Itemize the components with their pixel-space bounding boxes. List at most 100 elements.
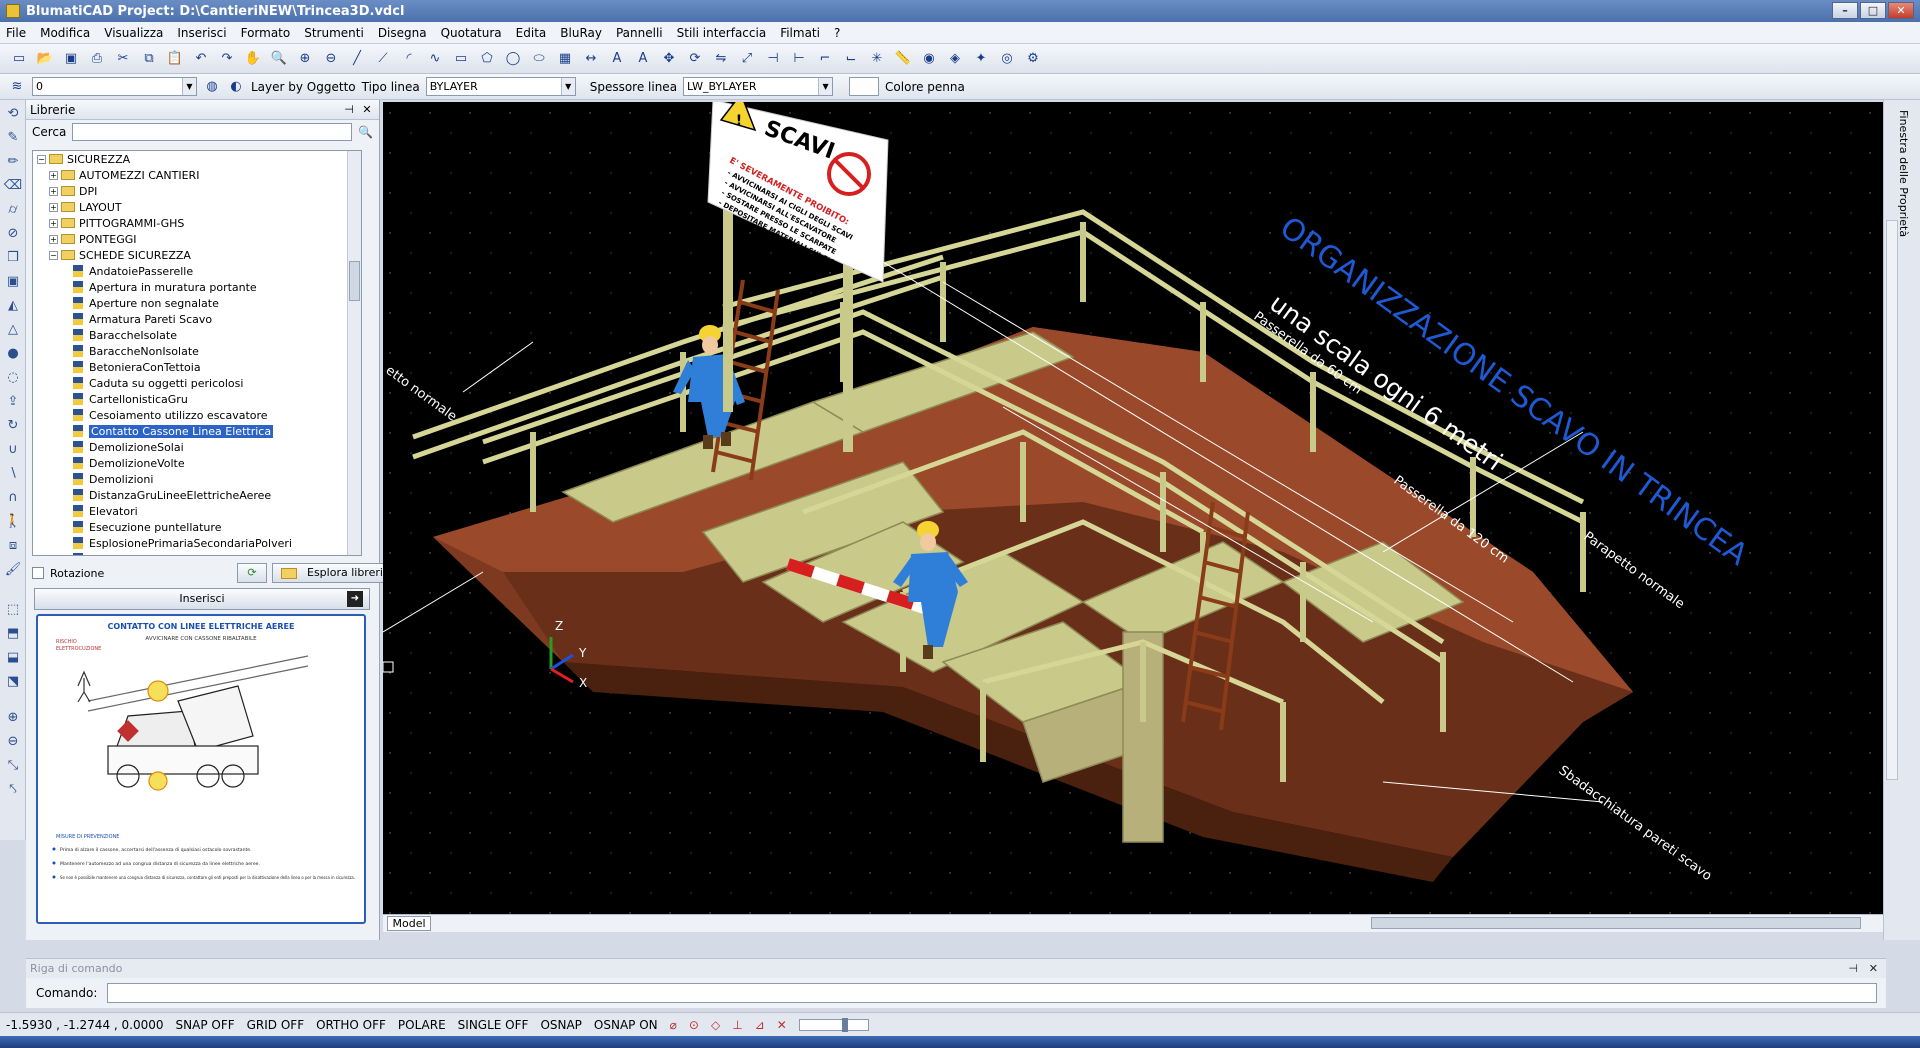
- close-icon[interactable]: ✕: [359, 102, 375, 117]
- sphere-icon[interactable]: ●: [3, 344, 23, 364]
- tree-item[interactable]: Demolizioni: [33, 471, 361, 487]
- layer-props-icon[interactable]: ◐: [227, 76, 245, 98]
- menu-edita[interactable]: Edita: [516, 26, 547, 40]
- drawing-viewport[interactable]: ! SCAVI E' SEVERAMENTE PROIBITO: - AVVIC…: [383, 102, 1883, 932]
- box-icon[interactable]: ▣: [3, 272, 23, 292]
- material-icon[interactable]: ◈: [944, 48, 966, 70]
- tab-model[interactable]: Model: [387, 916, 431, 931]
- snap-center-icon[interactable]: ◇: [711, 1018, 720, 1032]
- menu-modifica[interactable]: Modifica: [40, 26, 90, 40]
- linetype-select[interactable]: BYLAYER ▼: [425, 77, 576, 96]
- menu-file[interactable]: File: [6, 26, 26, 40]
- scale-icon[interactable]: ⤢: [736, 48, 758, 70]
- trim-icon[interactable]: ⊣: [762, 48, 784, 70]
- settings-icon[interactable]: ⚙: [1022, 48, 1044, 70]
- dimension-icon[interactable]: ↔: [580, 48, 602, 70]
- menu-visualizza[interactable]: Visualizza: [104, 26, 163, 40]
- menu-quotatura[interactable]: Quotatura: [441, 26, 502, 40]
- intersect-icon[interactable]: ∩: [3, 488, 23, 508]
- snap-tangent-icon[interactable]: ⊥: [732, 1018, 742, 1032]
- subtract-icon[interactable]: ∖: [3, 464, 23, 484]
- pin-icon[interactable]: ⊣: [1848, 959, 1858, 979]
- cube-icon[interactable]: ❒: [3, 248, 23, 268]
- print-icon[interactable]: ⎙: [86, 48, 108, 70]
- tree-item[interactable]: Caduta su oggetti pericolosi: [33, 375, 361, 391]
- circle-icon[interactable]: ◯: [502, 48, 524, 70]
- tree-item[interactable]: EsseCala: [33, 551, 361, 555]
- menu-disegna[interactable]: Disegna: [378, 26, 427, 40]
- maximize-button[interactable]: □: [1860, 2, 1886, 19]
- chamfer-icon[interactable]: ⌙: [840, 48, 862, 70]
- extend-icon[interactable]: ⊢: [788, 48, 810, 70]
- menu-filmati[interactable]: Filmati: [780, 26, 820, 40]
- view-front-icon[interactable]: ⬚: [3, 600, 23, 620]
- pin-icon[interactable]: ⊣: [341, 102, 357, 117]
- move-icon[interactable]: ✥: [658, 48, 680, 70]
- polar-toggle[interactable]: POLARE: [398, 1018, 446, 1032]
- expand-icon[interactable]: +: [49, 186, 58, 196]
- polyline-icon[interactable]: ⟋: [372, 48, 394, 70]
- collapse-icon[interactable]: −: [49, 250, 58, 260]
- ortho-toggle[interactable]: ORTHO OFF: [316, 1018, 386, 1032]
- tree-item[interactable]: Cesoiamento utilizzo escavatore: [33, 407, 361, 423]
- expand-icon[interactable]: +: [49, 170, 58, 180]
- orbit-icon[interactable]: ⟲: [3, 104, 23, 124]
- tree-item[interactable]: EsplosionePrimariaSecondariaPolveri: [33, 535, 361, 551]
- tree-item[interactable]: DemolizioneVolte: [33, 455, 361, 471]
- brush-icon[interactable]: ✏: [3, 152, 23, 172]
- measure-icon[interactable]: 📏: [892, 48, 914, 70]
- tree-item[interactable]: Apertura in muratura portante: [33, 279, 361, 295]
- line-icon[interactable]: ╱: [346, 48, 368, 70]
- fillet-icon[interactable]: ⌐: [814, 48, 836, 70]
- expand-icon[interactable]: +: [49, 218, 58, 228]
- tree-item[interactable]: DistanzaGruLineeElettricheAeree: [33, 487, 361, 503]
- menu-bluray[interactable]: BluRay: [560, 26, 602, 40]
- tree-item[interactable]: Armatura Pareti Scavo: [33, 311, 361, 327]
- lineweight-select[interactable]: LW_BYLAYER ▼: [683, 77, 834, 96]
- menu-formato[interactable]: Formato: [241, 26, 291, 40]
- menu-help[interactable]: ?: [834, 26, 840, 40]
- tree-item[interactable]: Aperture non segnalate: [33, 295, 361, 311]
- cut-icon[interactable]: ✂: [112, 48, 134, 70]
- light-icon[interactable]: ✦: [970, 48, 992, 70]
- puzzle-icon[interactable]: ⧈: [3, 536, 23, 556]
- person-icon[interactable]: 🚶: [3, 512, 23, 532]
- view-top-icon[interactable]: ⬒: [3, 624, 23, 644]
- minimize-button[interactable]: –: [1832, 2, 1858, 19]
- horizontal-scrollbar[interactable]: Model: [383, 914, 1883, 932]
- layer-by-object-label[interactable]: Layer by Oggetto: [251, 80, 356, 94]
- new-file-icon[interactable]: ▭: [8, 48, 30, 70]
- properties-tab[interactable]: Finestra delle Proprietà: [1896, 110, 1910, 237]
- tree-folder[interactable]: + LAYOUT: [33, 199, 361, 215]
- tree-item[interactable]: BaraccheIsolate: [33, 327, 361, 343]
- pen-color-swatch[interactable]: [849, 77, 880, 96]
- zoom-slider[interactable]: [798, 1017, 869, 1032]
- torus-icon[interactable]: ◌: [3, 368, 23, 388]
- render-icon[interactable]: ◉: [918, 48, 940, 70]
- pencil-icon[interactable]: ✎: [3, 128, 23, 148]
- rotation-checkbox[interactable]: [32, 567, 44, 579]
- tree-folder[interactable]: + AUTOMEZZI CANTIERI: [33, 167, 361, 183]
- explode-icon[interactable]: ✳: [866, 48, 888, 70]
- view-iso-icon[interactable]: ⬓: [3, 648, 23, 668]
- menu-stili[interactable]: Stili interfaccia: [677, 26, 767, 40]
- snap-perp-icon[interactable]: ⊿: [755, 1018, 765, 1032]
- wedge-icon[interactable]: ◭: [3, 296, 23, 316]
- layers-icon[interactable]: ≋: [8, 76, 26, 98]
- spline-icon[interactable]: ∿: [424, 48, 446, 70]
- open-folder-icon[interactable]: 📂: [34, 48, 56, 70]
- tree-item[interactable]: BaraccheNonIsolate: [33, 343, 361, 359]
- paint-icon[interactable]: 🖌: [3, 560, 23, 580]
- osnap-on-toggle[interactable]: OSNAP ON: [594, 1018, 658, 1032]
- single-toggle[interactable]: SINGLE OFF: [458, 1018, 529, 1032]
- rotate-icon[interactable]: ⟳: [684, 48, 706, 70]
- tree-folder[interactable]: − SCHEDE SICUREZZA: [33, 247, 361, 263]
- menu-inserisci[interactable]: Inserisci: [177, 26, 226, 40]
- zoom-out-icon[interactable]: ⊖: [3, 732, 23, 752]
- tree-item[interactable]: BetonieraConTettoia: [33, 359, 361, 375]
- command-input[interactable]: [107, 983, 1878, 1003]
- grid-toggle[interactable]: GRID OFF: [247, 1018, 304, 1032]
- revolve-icon[interactable]: ↻: [3, 416, 23, 436]
- eraser-icon[interactable]: ⌫: [3, 176, 23, 196]
- close-icon[interactable]: ✕: [1869, 959, 1878, 979]
